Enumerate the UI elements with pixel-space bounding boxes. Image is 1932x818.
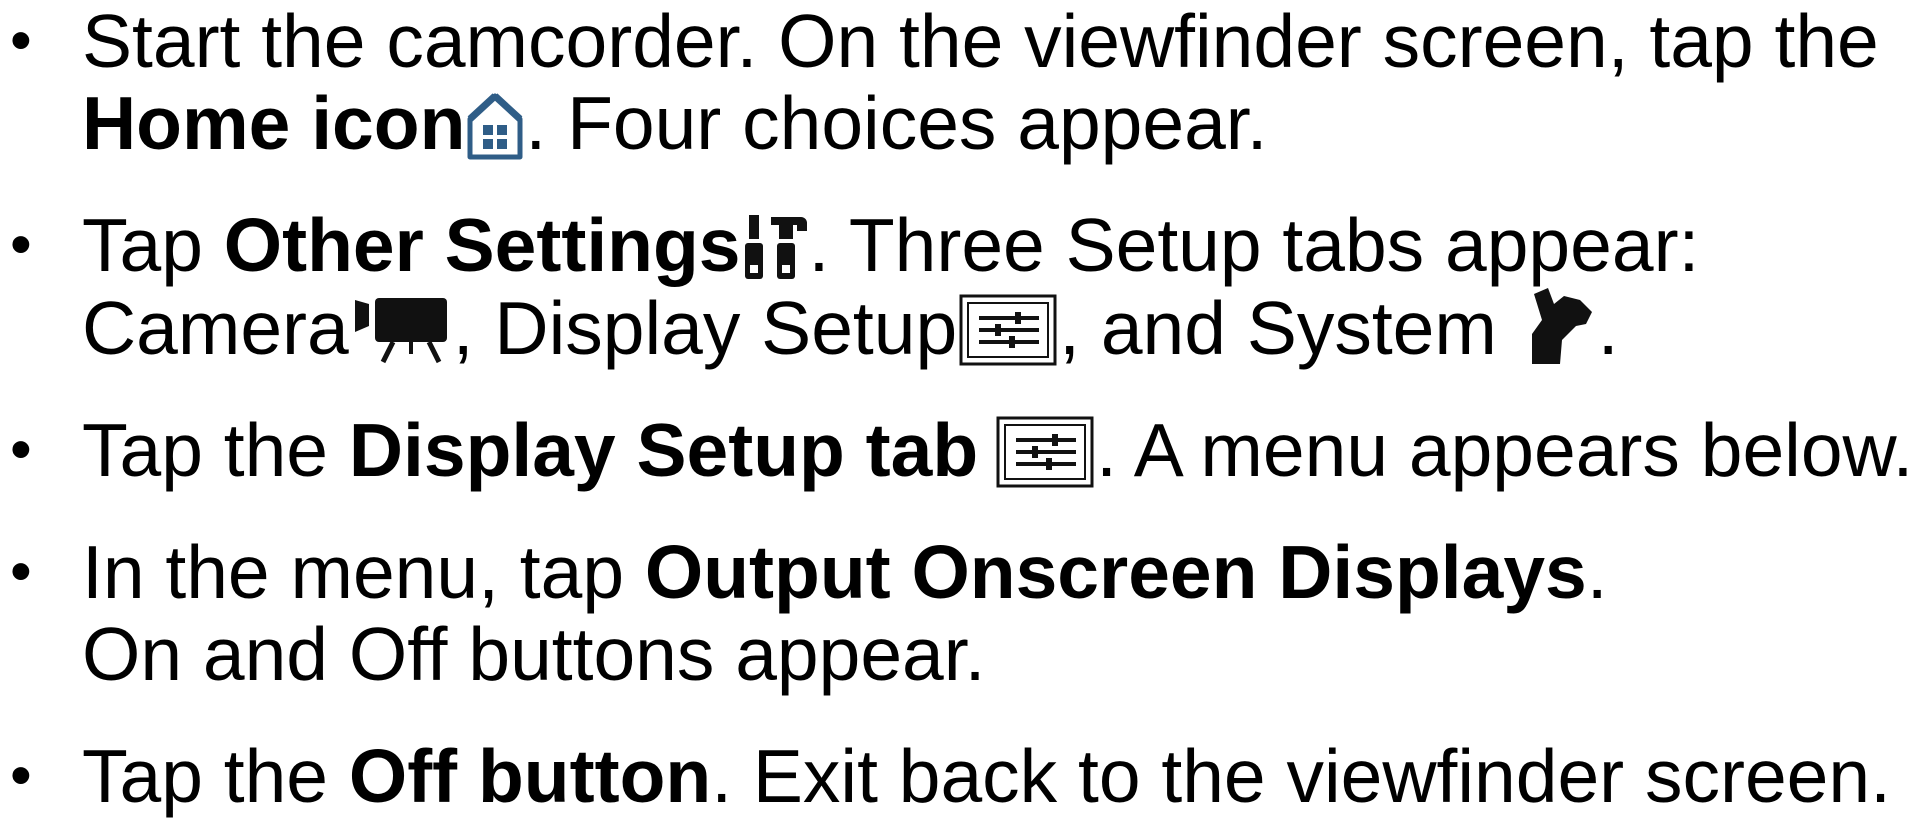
list-item: • Tap Other Settings . Three Setup tabs a… [0, 204, 1932, 369]
home-icon [467, 93, 523, 161]
step-text: Tap [82, 203, 224, 287]
step-text: On and Off buttons appear. [82, 612, 986, 696]
system-wrench-icon [1520, 286, 1596, 366]
step-text: . Exit back to the viewfinder screen. [711, 734, 1891, 818]
step-text: Start the camcorder. On the viewfinder s… [82, 0, 1879, 83]
bullet: • [10, 537, 32, 606]
step-emphasis: Other Settings [223, 203, 741, 287]
list-item: • In the menu, tap Output Onscreen Displ… [0, 531, 1932, 695]
list-item: • Tap the Off button. Exit back to the v… [0, 735, 1932, 817]
camera-icon [351, 296, 451, 366]
bullet: • [10, 6, 32, 75]
step-emphasis: Off button [348, 734, 712, 818]
bullet: • [10, 210, 32, 279]
display-setup-sliders-icon [959, 294, 1057, 366]
bullet: • [10, 415, 32, 484]
step-text: . [1586, 530, 1608, 614]
step-text: Tap the [82, 408, 349, 492]
step-text: . [1597, 286, 1619, 370]
bullet: • [10, 741, 32, 810]
step-text: , Display Setup [452, 286, 958, 370]
step-text: , and System [1059, 286, 1518, 370]
step-emphasis: Display Setup tab [348, 408, 979, 492]
instruction-list: • Start the camcorder. On the viewfinder… [0, 0, 1932, 817]
step-text: Tap the [82, 734, 349, 818]
display-setup-sliders-icon [996, 416, 1094, 488]
step-emphasis: Home icon [82, 81, 466, 165]
step-text: . A menu appears below. [1096, 408, 1914, 492]
step-text: . Four choices appear. [525, 81, 1268, 165]
step-text: Camera [82, 286, 349, 370]
list-item: • Tap the Display Setup tab . A menu appe… [0, 409, 1932, 491]
other-settings-icon [743, 213, 807, 283]
step-emphasis: Output Onscreen Displays [644, 530, 1587, 614]
list-item: • Start the camcorder. On the viewfinder… [0, 0, 1932, 164]
step-text: . Three Setup tabs appear: [808, 203, 1700, 287]
step-text: In the menu, tap [82, 530, 645, 614]
